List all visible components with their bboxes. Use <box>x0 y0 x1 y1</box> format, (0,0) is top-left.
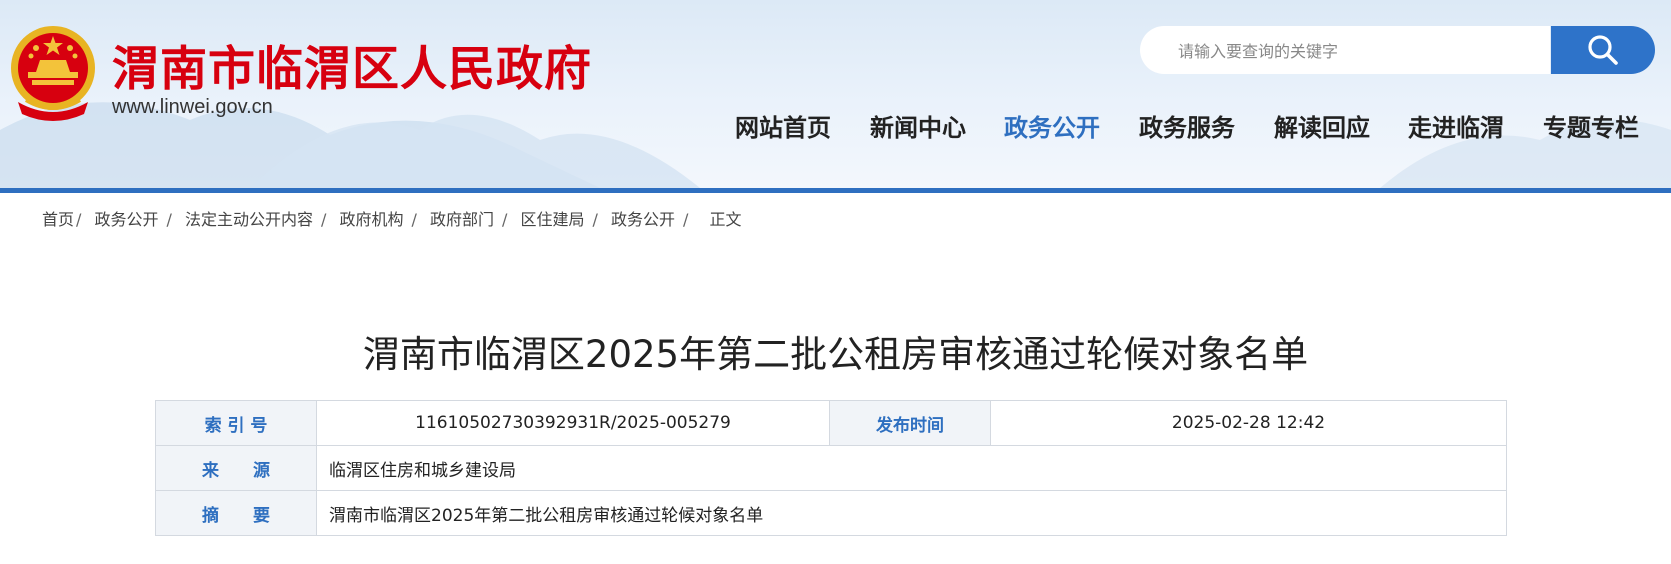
index-number-label: 索 引 号 <box>155 400 317 446</box>
table-row: 来 源 临渭区住房和城乡建设局 <box>155 445 1507 491</box>
breadcrumb-bureau-affairs-open[interactable]: 政务公开 <box>611 206 675 230</box>
breadcrumb-separator: / <box>166 210 172 229</box>
breadcrumb-separator: / <box>502 210 508 229</box>
nav-item-gov-affairs-open[interactable]: 政务公开 <box>1004 108 1100 143</box>
nav-item-interpretation[interactable]: 解读回应 <box>1274 108 1370 143</box>
breadcrumb: 首页 / 政务公开 / 法定主动公开内容 / 政府机构 / 政府部门 / 区住建局 / 政务… <box>42 206 742 230</box>
breadcrumb-housing-bureau[interactable]: 区住建局 <box>521 206 585 230</box>
publish-time-value: 2025-02-28 12:42 <box>990 400 1507 446</box>
breadcrumb-current: 正文 <box>709 210 742 229</box>
table-row: 摘 要 渭南市临渭区2025年第二批公租房审核通过轮候对象名单 <box>155 490 1507 536</box>
article-meta-table: 索 引 号 11610502730392931R/2025-005279 发布时… <box>155 400 1507 536</box>
header-divider <box>0 188 1671 193</box>
breadcrumb-statutory-disclosure[interactable]: 法定主动公开内容 <box>185 206 313 230</box>
breadcrumb-gov-agencies[interactable]: 政府机构 <box>340 206 404 230</box>
site-title[interactable]: 渭南市临渭区人民政府 <box>112 30 592 99</box>
nav-item-special-topics[interactable]: 专题专栏 <box>1543 108 1639 143</box>
summary-value: 渭南市临渭区2025年第二批公租房审核通过轮候对象名单 <box>316 490 1507 536</box>
nav-item-home[interactable]: 网站首页 <box>735 108 831 143</box>
index-number-value: 11610502730392931R/2025-005279 <box>316 400 830 446</box>
breadcrumb-separator: / <box>683 210 689 229</box>
breadcrumb-gov-affairs-open[interactable]: 政务公开 <box>95 206 159 230</box>
search-box <box>1140 26 1550 76</box>
summary-label: 摘 要 <box>155 490 317 536</box>
breadcrumb-gov-departments[interactable]: 政府部门 <box>430 206 494 230</box>
breadcrumb-separator: / <box>411 210 417 229</box>
source-value: 临渭区住房和城乡建设局 <box>316 445 1507 491</box>
search-input[interactable] <box>1176 26 1540 76</box>
nav-item-gov-services[interactable]: 政务服务 <box>1139 108 1235 143</box>
breadcrumb-separator: / <box>321 210 327 229</box>
publish-time-label: 发布时间 <box>829 400 991 446</box>
site-header: 渭南市临渭区人民政府 www.linwei.gov.cn 网站首页 新闻中心 政… <box>0 0 1671 188</box>
table-row: 索 引 号 11610502730392931R/2025-005279 发布时… <box>155 400 1507 446</box>
search-icon <box>1588 35 1618 65</box>
breadcrumb-home[interactable]: 首页 <box>42 206 74 230</box>
search-button[interactable] <box>1551 26 1655 74</box>
nav-item-news[interactable]: 新闻中心 <box>870 108 966 143</box>
nav-item-about-linwei[interactable]: 走进临渭 <box>1408 108 1504 143</box>
article-title: 渭南市临渭区2025年第二批公租房审核通过轮候对象名单 <box>362 333 1309 376</box>
breadcrumb-separator: / <box>592 210 598 229</box>
source-label: 来 源 <box>155 445 317 491</box>
main-nav: 网站首页 新闻中心 政务公开 政务服务 解读回应 走进临渭 专题专栏 <box>0 108 1671 148</box>
breadcrumb-separator: / <box>76 210 82 229</box>
